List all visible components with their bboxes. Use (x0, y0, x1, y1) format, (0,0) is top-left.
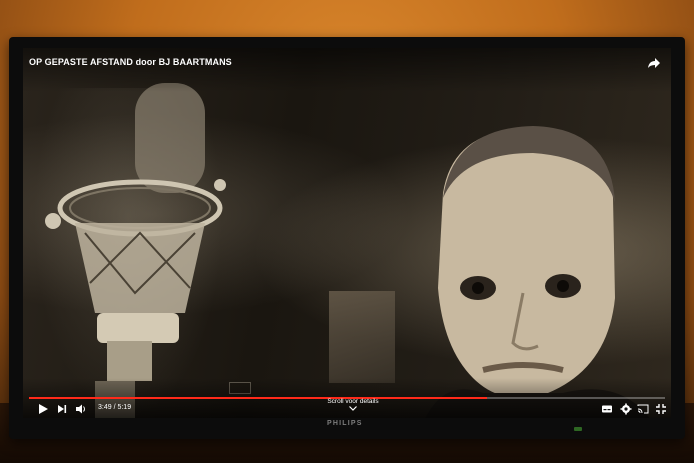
video-player[interactable]: OP GEPASTE AFSTAND door BJ BAARTMANS Scr… (23, 48, 671, 418)
monitor-brand-logo: PHILIPS (327, 420, 363, 427)
video-title[interactable]: OP GEPASTE AFSTAND door BJ BAARTMANS (29, 57, 232, 67)
monitor: OP GEPASTE AFSTAND door BJ BAARTMANS Scr… (9, 37, 685, 439)
player-controls: 3:49 / 5:19 (23, 400, 671, 418)
gear-icon[interactable] (620, 403, 632, 415)
volume-icon[interactable] (75, 403, 87, 415)
person-illustration (425, 126, 650, 418)
current-time: 3:49 (98, 404, 112, 411)
power-indicator (574, 427, 582, 431)
share-icon[interactable] (647, 56, 661, 70)
subtitles-icon[interactable] (601, 403, 613, 415)
exit-fullscreen-icon[interactable] (655, 403, 667, 415)
cast-icon[interactable] (637, 403, 649, 415)
top-overlay (23, 48, 671, 92)
play-icon[interactable] (37, 403, 49, 415)
progress-bar-fill (29, 397, 487, 399)
duration: 5:19 (117, 404, 132, 411)
microphone-illustration (45, 83, 226, 418)
time-display: 3:49 / 5:19 (98, 404, 131, 411)
next-icon[interactable] (56, 403, 68, 415)
